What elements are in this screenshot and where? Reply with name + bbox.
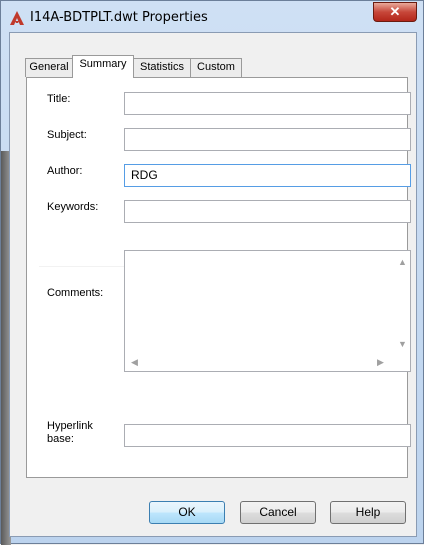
tab-summary[interactable]: Summary [72, 55, 134, 78]
subject-field[interactable] [124, 128, 411, 151]
hyperlink-base-field[interactable] [124, 424, 411, 447]
hyperlink-label-line1: Hyperlink [47, 420, 93, 432]
close-icon: ✕ [389, 4, 401, 19]
scroll-right-icon[interactable]: ▶ [377, 357, 384, 368]
tab-statistics[interactable]: Statistics [133, 58, 191, 77]
comments-horizontal-scrollbar[interactable]: ◀ ▶ [125, 354, 393, 371]
window-title: I14A-BDTPLT.dwt Properties [30, 10, 208, 25]
tab-general[interactable]: General [25, 58, 73, 77]
comments-textarea[interactable]: ▲ ▼ ◀ ▶ [124, 250, 411, 372]
keywords-field[interactable] [124, 200, 411, 223]
hyperlink-label-line2: base: [47, 433, 74, 445]
scroll-left-icon[interactable]: ◀ [131, 357, 138, 368]
comments-label: Comments: [47, 287, 104, 299]
dialog-client-area: General Summary Statistics Custom Title:… [9, 32, 417, 537]
close-button[interactable]: ✕ [373, 2, 417, 22]
scroll-up-icon[interactable]: ▲ [398, 257, 407, 267]
scroll-down-icon[interactable]: ▼ [398, 339, 407, 349]
ok-button[interactable]: OK [149, 501, 225, 524]
title-label: Title: [47, 93, 71, 105]
author-label: Author: [47, 165, 83, 177]
keywords-label: Keywords: [47, 201, 99, 213]
summary-panel: Title: Subject: Author: RDG Keywords: Co… [26, 77, 411, 478]
title-field[interactable] [124, 92, 411, 115]
hyperlink-base-label: Hyperlink base: [47, 420, 93, 446]
author-field[interactable]: RDG [124, 164, 411, 187]
help-button[interactable]: Help [330, 501, 406, 524]
cancel-button[interactable]: Cancel [240, 501, 316, 524]
autocad-logo-icon [10, 11, 24, 25]
comments-vertical-scrollbar[interactable]: ▲ ▼ [393, 251, 410, 355]
properties-dialog: I14A-BDTPLT.dwt Properties ✕ General Sum… [0, 0, 424, 545]
title-bar[interactable]: I14A-BDTPLT.dwt Properties ✕ [1, 1, 423, 33]
subject-label: Subject: [47, 129, 87, 141]
tab-custom[interactable]: Custom [190, 58, 242, 77]
